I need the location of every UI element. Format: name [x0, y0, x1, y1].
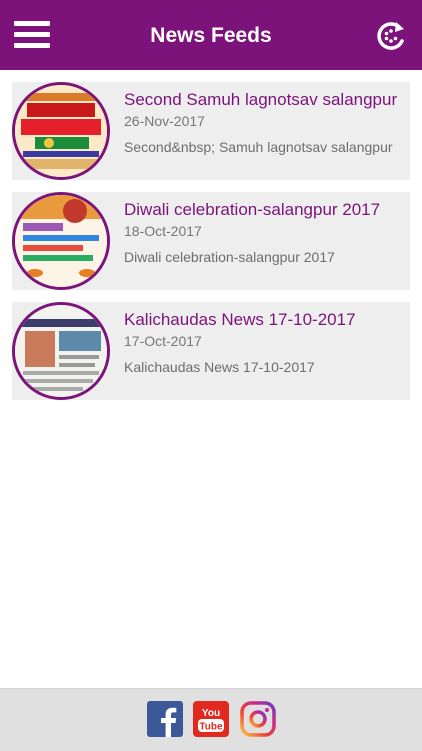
event-poster-thumbnail — [12, 82, 110, 180]
page-title: News Feeds — [150, 24, 272, 47]
instagram-icon — [240, 701, 276, 737]
news-title: Diwali celebration-salangpur 2017 — [124, 200, 381, 219]
newspaper-clipping-thumbnail — [12, 302, 110, 400]
refresh-icon — [377, 22, 404, 50]
celebration-poster-thumbnail — [12, 192, 110, 290]
youtube-icon: You Tube — [193, 701, 229, 737]
news-card[interactable]: Second Samuh lagnotsav salangpur 26-Nov-… — [12, 82, 410, 180]
news-card[interactable]: Diwali celebration-salangpur 2017 18-Oct… — [12, 192, 410, 290]
svg-text:You: You — [202, 708, 220, 719]
facebook-icon — [147, 701, 183, 737]
news-card[interactable]: Kalichaudas News 17-10-2017 17-Oct-2017 … — [12, 302, 410, 400]
news-feed-list: Second Samuh lagnotsav salangpur 26-Nov-… — [12, 82, 410, 412]
news-description: Kalichaudas News 17-10-2017 — [124, 359, 315, 375]
facebook-button[interactable] — [147, 701, 183, 737]
news-title: Second Samuh lagnotsav salangpur — [124, 90, 398, 109]
instagram-button[interactable] — [240, 701, 276, 737]
app-bar: News Feeds — [0, 0, 422, 70]
news-title: Kalichaudas News 17-10-2017 — [124, 310, 356, 329]
news-date: 17-Oct-2017 — [124, 333, 202, 349]
social-footer: You Tube — [0, 688, 422, 751]
news-date: 26-Nov-2017 — [124, 113, 205, 129]
news-date: 18-Oct-2017 — [124, 223, 202, 239]
youtube-button[interactable]: You Tube — [193, 701, 229, 737]
refresh-button[interactable] — [374, 19, 408, 53]
svg-text:Tube: Tube — [199, 722, 223, 733]
news-description: Diwali celebration-salangpur 2017 — [124, 249, 335, 265]
news-description: Second&nbsp; Samuh lagnotsav salangpur — [124, 139, 393, 155]
